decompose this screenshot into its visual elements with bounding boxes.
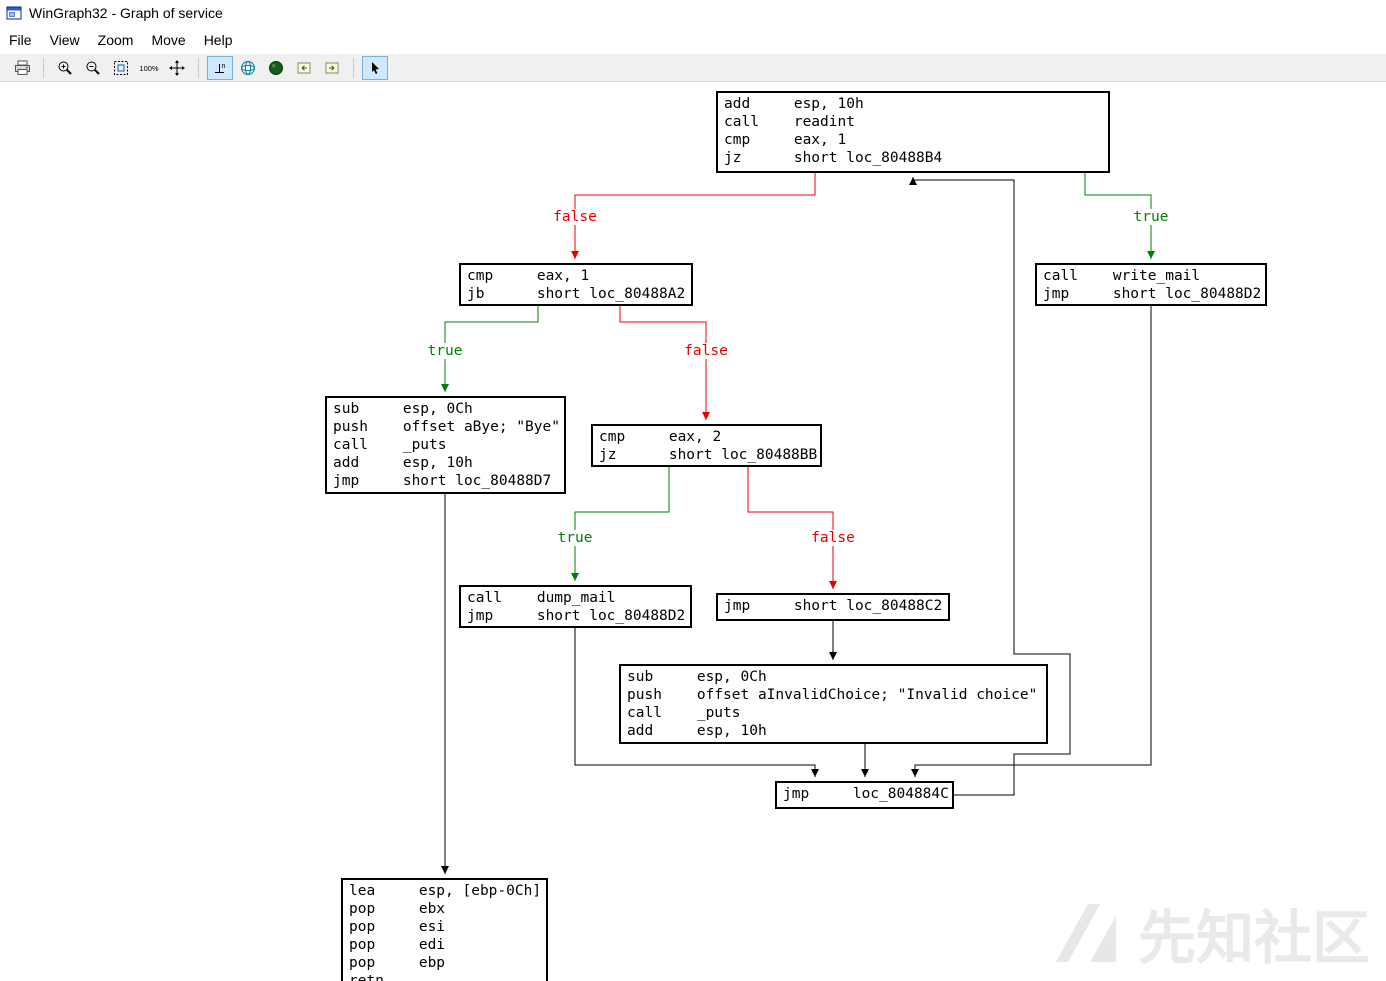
toolbar-separator	[198, 57, 199, 78]
edge-label-true: true	[1131, 209, 1171, 225]
zoom-out-icon	[86, 61, 100, 75]
graph-node-invalid-choice[interactable]: sub esp, 0Ch push offset aInvalidChoice;…	[619, 664, 1048, 744]
window-title: WinGraph32 - Graph of service	[29, 5, 223, 21]
app-icon	[6, 6, 22, 20]
edge-label-false: false	[809, 530, 857, 546]
zoom-out-button[interactable]	[80, 56, 106, 80]
center-arrows-icon	[169, 59, 185, 76]
printer-icon	[14, 60, 30, 75]
select-tool-button[interactable]	[362, 55, 388, 80]
globe-button[interactable]	[235, 56, 261, 80]
center-button[interactable]	[164, 56, 190, 80]
print-button[interactable]	[9, 56, 35, 80]
prev-graph-icon	[297, 62, 311, 73]
zoom-in-button[interactable]	[52, 56, 78, 80]
edge-label-false: false	[551, 209, 599, 225]
graph-node-cmp-eax-2[interactable]: cmp eax, 2 jz short loc_80488BB	[591, 424, 822, 467]
menu-bar: File View Zoom Move Help	[0, 26, 1386, 54]
graph-edge-cmp-eax-2-to-jmp-80488C2	[747, 467, 837, 589]
next-graph-button[interactable]	[319, 56, 345, 80]
graph-node-epilogue[interactable]: lea esp, [ebp-0Ch] pop ebx pop esi pop e…	[341, 878, 548, 981]
menu-zoom[interactable]: Zoom	[89, 28, 143, 52]
graph-node-dump-mail[interactable]: call dump_mail jmp short loc_80488D2	[459, 585, 692, 628]
menu-view[interactable]: View	[41, 28, 89, 52]
prev-graph-button[interactable]	[291, 56, 317, 80]
zoom-100-icon: 100%	[139, 64, 159, 73]
graph-node-jmp-80488C2[interactable]: jmp short loc_80488C2	[716, 593, 950, 621]
title-bar: WinGraph32 - Graph of service	[0, 0, 1386, 26]
graph-node-bye[interactable]: sub esp, 0Ch push offset aBye; "Bye" cal…	[325, 396, 566, 494]
graph-edges	[441, 173, 1155, 874]
menu-move[interactable]: Move	[142, 28, 194, 52]
toolbar-separator	[43, 57, 44, 78]
graph-node-write-mail[interactable]: call write_mail jmp short loc_80488D2	[1035, 263, 1267, 306]
graph-canvas[interactable]: 先知社区 false true true false true false add esp,…	[0, 82, 1386, 981]
graph-node-jmp-804884C[interactable]: jmp loc_804884C	[775, 781, 954, 809]
graph-edge-cmp-eax-2-to-dump-mail	[571, 467, 670, 581]
graph-node-cmp-eax-1[interactable]: cmp eax, 1 jb short loc_80488A2	[459, 263, 693, 306]
edge-label-false: false	[682, 343, 730, 359]
menu-file[interactable]: File	[0, 28, 41, 52]
sphere-button[interactable]	[263, 56, 289, 80]
globe-icon	[241, 60, 255, 75]
cursor-arrow-icon	[372, 61, 379, 74]
graph-edge-cmp-eax-1-to-cmp-eax-2	[619, 306, 710, 420]
zoom-in-icon	[58, 61, 72, 75]
toolbar: 100% n	[0, 54, 1386, 82]
toolbar-separator	[353, 57, 354, 78]
sphere-icon	[269, 60, 283, 75]
svg-text:n: n	[222, 63, 226, 70]
layout-icon: n	[215, 63, 226, 73]
svg-text:100%: 100%	[139, 64, 159, 73]
graph-node-loop-entry[interactable]: add esp, 10h call readint cmp eax, 1 jz …	[716, 91, 1110, 173]
graph-edge-loop-entry-to-cmp-eax-1	[571, 173, 816, 259]
layout-button[interactable]: n	[207, 55, 233, 80]
menu-help[interactable]: Help	[195, 28, 242, 52]
edge-label-true: true	[555, 530, 595, 546]
zoom-fit-button[interactable]	[108, 56, 134, 80]
edge-label-true: true	[425, 343, 465, 359]
next-graph-icon	[325, 62, 339, 73]
zoom-100-button[interactable]: 100%	[136, 56, 162, 80]
zoom-fit-icon	[114, 60, 128, 75]
